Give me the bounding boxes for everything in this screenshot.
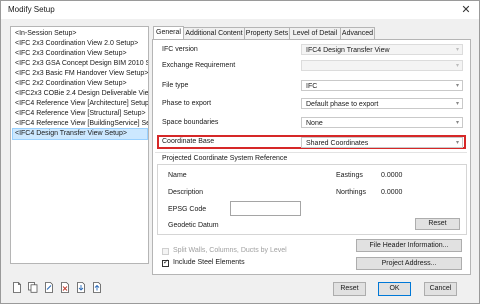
space-boundaries-dropdown[interactable]: None ▾ xyxy=(301,117,463,128)
import-setup-icon[interactable] xyxy=(76,282,86,293)
export-setup-icon[interactable] xyxy=(92,282,102,293)
space-boundaries-value: None xyxy=(306,120,323,127)
phase-to-export-label: Phase to export xyxy=(162,100,212,107)
ok-button[interactable]: OK xyxy=(378,282,411,296)
project-address-button[interactable]: Project Address... xyxy=(356,257,462,270)
divider xyxy=(155,152,467,153)
tab-advanced[interactable]: Advanced xyxy=(340,27,375,39)
projected-crs-heading: Projected Coordinate System Reference xyxy=(162,155,288,162)
rename-setup-icon[interactable] xyxy=(44,282,54,293)
delete-setup-icon[interactable] xyxy=(60,282,70,293)
setup-list-item[interactable]: <IFC4 Reference View [BuildingService] S… xyxy=(13,119,148,129)
coordinate-base-label: Coordinate Base xyxy=(162,138,215,145)
chevron-down-icon: ▾ xyxy=(455,120,459,126)
crs-name-label: Name xyxy=(168,172,187,179)
file-type-dropdown[interactable]: IFC ▾ xyxy=(301,80,463,91)
exchange-requirement-dropdown[interactable]: ▾ xyxy=(301,60,463,71)
coordinate-base-value: Shared Coordinates xyxy=(306,140,369,147)
setup-list-item[interactable]: <IFC 2x3 Basic FM Handover View Setup> xyxy=(13,69,148,79)
setup-list-item[interactable]: <IFC 2x3 Coordination View 2.0 Setup> xyxy=(13,39,140,49)
close-icon[interactable]: ✕ xyxy=(459,3,473,17)
reset-button[interactable]: Reset xyxy=(333,282,366,296)
setup-list-item[interactable]: <IFC4 Reference View [Structural] Setup> xyxy=(13,109,148,119)
phase-to-export-value: Default phase to export xyxy=(306,101,379,108)
tab-property-sets[interactable]: Property Sets xyxy=(244,27,290,39)
setup-list-item[interactable]: <IFC 2x2 Coordination View Setup> xyxy=(13,79,129,89)
epsg-code-label: EPSG Code xyxy=(168,206,207,213)
tab-level-of-detail[interactable]: Level of Detail xyxy=(289,27,341,39)
setup-list[interactable]: <In-Session Setup> <IFC 2x3 Coordination… xyxy=(10,26,149,264)
eastings-label: Eastings xyxy=(336,172,363,179)
northings-label: Northings xyxy=(336,189,366,196)
tab-additional-content[interactable]: Additional Content xyxy=(183,27,245,39)
setup-list-item[interactable]: <In-Session Setup> xyxy=(13,29,79,39)
title-bar: Modify Setup ✕ xyxy=(1,1,479,19)
phase-to-export-dropdown[interactable]: Default phase to export ▾ xyxy=(301,98,463,109)
split-walls-label: Split Walls, Columns, Ducts by Level xyxy=(173,247,287,254)
split-walls-checkbox[interactable] xyxy=(162,248,169,255)
coordinate-base-dropdown[interactable]: Shared Coordinates ▾ xyxy=(301,137,463,148)
epsg-code-input[interactable] xyxy=(230,201,301,216)
include-steel-checkbox[interactable] xyxy=(162,258,169,267)
general-panel: IFC version IFC4 Design Transfer View ▾ … xyxy=(152,39,471,275)
duplicate-setup-icon[interactable] xyxy=(28,282,38,293)
include-steel-label: Include Steel Elements xyxy=(173,259,245,266)
setup-list-item[interactable]: <IFC4 Reference View [Architecture] Setu… xyxy=(13,99,148,109)
new-setup-icon[interactable] xyxy=(12,282,22,293)
setup-list-item-selected[interactable]: <IFC4 Design Transfer View Setup> xyxy=(12,128,148,140)
file-type-value: IFC xyxy=(306,83,318,90)
file-type-label: File type xyxy=(162,82,189,89)
setup-list-item[interactable]: <IFC 2x3 GSA Concept Design BIM 2010 Set… xyxy=(13,59,148,69)
projected-crs-group: Name Description EPSG Code Geodetic Datu… xyxy=(157,164,467,235)
space-boundaries-label: Space boundaries xyxy=(162,119,219,126)
tab-general[interactable]: General xyxy=(153,26,184,40)
ifc-version-label: IFC version xyxy=(162,46,198,53)
window-title: Modify Setup xyxy=(8,5,55,14)
chevron-down-icon: ▾ xyxy=(455,83,459,89)
setup-list-item[interactable]: <IFC 2x3 Coordination View Setup> xyxy=(13,49,129,59)
setup-list-item[interactable]: <IFC2x3 COBie 2.4 Design Deliverable Vie… xyxy=(13,89,148,99)
chevron-down-icon: ▾ xyxy=(455,63,459,69)
ifc-version-value: IFC4 Design Transfer View xyxy=(306,47,390,54)
exchange-requirement-label: Exchange Requirement xyxy=(162,62,236,69)
crs-description-label: Description xyxy=(168,189,204,196)
chevron-down-icon: ▾ xyxy=(455,47,459,53)
cancel-button[interactable]: Cancel xyxy=(424,282,457,296)
geodetic-datum-label: Geodetic Datum xyxy=(168,222,219,229)
eastings-value: 0.0000 xyxy=(381,172,403,179)
file-header-button[interactable]: File Header Information... xyxy=(356,239,462,252)
northings-value: 0.0000 xyxy=(381,189,403,196)
crs-reset-button[interactable]: Reset xyxy=(415,218,460,230)
chevron-down-icon: ▾ xyxy=(455,140,459,146)
chevron-down-icon: ▾ xyxy=(455,101,459,107)
ifc-version-dropdown[interactable]: IFC4 Design Transfer View ▾ xyxy=(301,44,463,55)
